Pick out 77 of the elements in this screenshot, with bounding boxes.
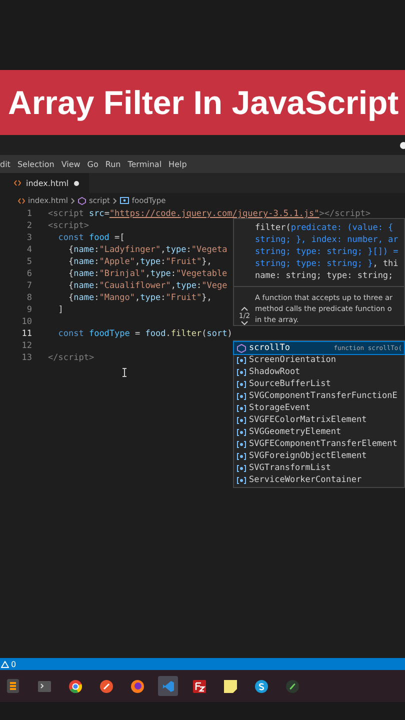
code-line: ] xyxy=(57,305,64,315)
code-line: {name:"Ladyfinger",type:"Vegeta xyxy=(67,245,228,255)
menu-item[interactable]: Run xyxy=(105,160,121,168)
line-number: 11 xyxy=(20,329,33,339)
suggestion-item[interactable]: ScreenOrientation xyxy=(234,354,404,366)
line-number: 12 xyxy=(20,341,33,351)
variable-icon xyxy=(120,197,129,204)
cube-icon xyxy=(237,344,246,352)
code-line: {name:"Mango",type:"Fruit"}, xyxy=(67,293,212,303)
menu-item[interactable]: View xyxy=(61,160,80,168)
line-number: 2 xyxy=(26,221,33,231)
line-number: 10 xyxy=(20,317,33,327)
warning-icon xyxy=(1,660,9,668)
code-line: const food =[ xyxy=(57,233,125,243)
warning-count[interactable]: 0 xyxy=(11,660,16,668)
cube-icon xyxy=(78,196,86,204)
menu-item[interactable]: Go xyxy=(87,160,98,168)
banner-title: Array Filter In JavaScript xyxy=(8,84,399,122)
menu-item[interactable]: Terminal xyxy=(128,160,162,168)
line-number: 4 xyxy=(26,245,33,255)
suggestion-item[interactable]: StorageEvent xyxy=(234,402,404,414)
menu-item[interactable]: Selection xyxy=(17,160,54,168)
editor-tab[interactable]: index.html xyxy=(0,173,89,193)
variable-icon xyxy=(237,392,246,400)
line-number: 7 xyxy=(26,281,33,291)
line-number: 6 xyxy=(26,269,33,279)
pencil-icon xyxy=(100,680,112,692)
variable-icon xyxy=(237,368,246,376)
variable-icon xyxy=(237,440,246,448)
suggestion-item[interactable]: SVGForeignObjectElement xyxy=(234,450,404,462)
signature-line: string; }, index: number, ar xyxy=(255,234,400,246)
variable-icon xyxy=(237,464,246,472)
variable-icon xyxy=(237,404,246,412)
line-number: 8 xyxy=(26,293,33,303)
terminal-icon xyxy=(38,680,50,692)
suggestion-item[interactable]: SVGFEComponentTransferElement xyxy=(234,438,404,450)
suggestion-item[interactable]: SVGFEColorMatrixElement xyxy=(234,414,404,426)
chevron-icon xyxy=(71,198,75,204)
suggestion-item[interactable]: SVGComponentTransferFunctionE xyxy=(234,390,404,402)
code-file-icon xyxy=(18,198,25,204)
code-line: <script> xyxy=(48,221,89,231)
variable-icon xyxy=(237,428,246,436)
code-line: <script src="https://code.jquery.com/jquery-3.5.1.js"></script> xyxy=(48,209,370,219)
suggestion-item[interactable]: ServiceWorkerContainer xyxy=(234,474,404,486)
signature-line: name: string; type: string; xyxy=(255,270,394,282)
signature-line: string; type: string; }[]) = xyxy=(255,246,400,258)
variable-icon xyxy=(237,452,246,460)
code-line: {name:"Brinjal",type:"Vegetable xyxy=(67,269,228,279)
window-control-dot[interactable] xyxy=(400,142,405,148)
line-number: 13 xyxy=(20,353,33,363)
line-number: 1 xyxy=(26,209,33,219)
variable-icon xyxy=(237,356,246,364)
code-line: const foodType = food.filter(sort) xyxy=(57,329,232,339)
code-line: </script> xyxy=(48,353,94,363)
down-chevron-icon[interactable] xyxy=(241,321,248,325)
text-cursor-icon xyxy=(122,368,127,377)
variable-icon xyxy=(237,380,246,388)
suggestion-item[interactable]: SVGGeometryElement xyxy=(234,426,404,438)
menu-item[interactable]: dit xyxy=(0,160,10,168)
line-number: 5 xyxy=(26,257,33,267)
suggestion-item[interactable]: ShadowRoot xyxy=(234,366,404,378)
code-line: {name:"Caualiflower",type:"Vege xyxy=(67,281,228,291)
chevron-icon xyxy=(112,198,117,204)
line-number: 3 xyxy=(26,233,33,243)
up-chevron-icon[interactable] xyxy=(241,307,248,311)
suggestion-item[interactable]: SVGTransformList xyxy=(234,462,404,474)
menu-item[interactable]: Help xyxy=(168,160,187,168)
code-file-icon xyxy=(14,180,21,186)
code-line: {name:"Apple",type:"Fruit"}, xyxy=(67,257,212,267)
signature-line: filter(predicate: (value: { xyxy=(255,222,394,234)
variable-icon xyxy=(237,416,246,424)
line-number: 9 xyxy=(26,305,33,315)
variable-icon xyxy=(237,476,246,484)
sticky-note-icon xyxy=(224,680,236,692)
signature-line: string; type: string; }, thi xyxy=(255,258,400,270)
suggestion-item[interactable]: SourceBufferList xyxy=(234,378,404,390)
tab-label: index.html xyxy=(26,178,69,188)
